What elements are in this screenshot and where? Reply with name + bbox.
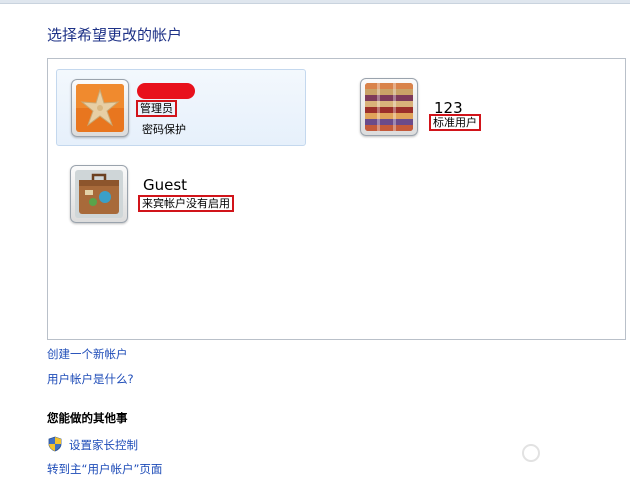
window-top-border [0, 0, 630, 4]
accounts-list: 管理员 密码保护 123 标准用户 Guest 来宾帐户没有启用 [47, 58, 626, 340]
starfish-icon [76, 84, 124, 132]
watermark-logo-icon [522, 444, 540, 462]
watermark [522, 444, 612, 468]
account-picture [71, 79, 129, 137]
account-status-label: 密码保护 [142, 123, 186, 136]
other-tasks-heading: 您能做的其他事 [47, 411, 128, 425]
account-tile-admin[interactable]: 管理员 密码保护 [56, 69, 306, 146]
page-title: 选择希望更改的帐户 [47, 26, 183, 44]
go-to-main-accounts-link[interactable]: 转到主“用户帐户”页面 [47, 461, 162, 477]
account-name: Guest [143, 176, 188, 194]
account-type-label: 标准用户 [429, 114, 481, 131]
account-picture [70, 165, 128, 223]
color-chart-icon [365, 83, 413, 131]
redacted-username [137, 83, 195, 99]
account-type-label: 管理员 [136, 100, 177, 117]
account-picture [360, 78, 418, 136]
suitcase-icon [75, 170, 123, 218]
what-is-account-link[interactable]: 用户帐户是什么? [47, 371, 134, 387]
account-tile-guest[interactable]: Guest 来宾帐户没有启用 [56, 159, 306, 236]
shield-icon [48, 436, 62, 452]
account-tile-123[interactable]: 123 标准用户 [348, 69, 598, 146]
parental-controls-link[interactable]: 设置家长控制 [69, 437, 138, 453]
account-type-label: 来宾帐户没有启用 [138, 195, 234, 212]
create-account-link[interactable]: 创建一个新帐户 [47, 346, 128, 362]
